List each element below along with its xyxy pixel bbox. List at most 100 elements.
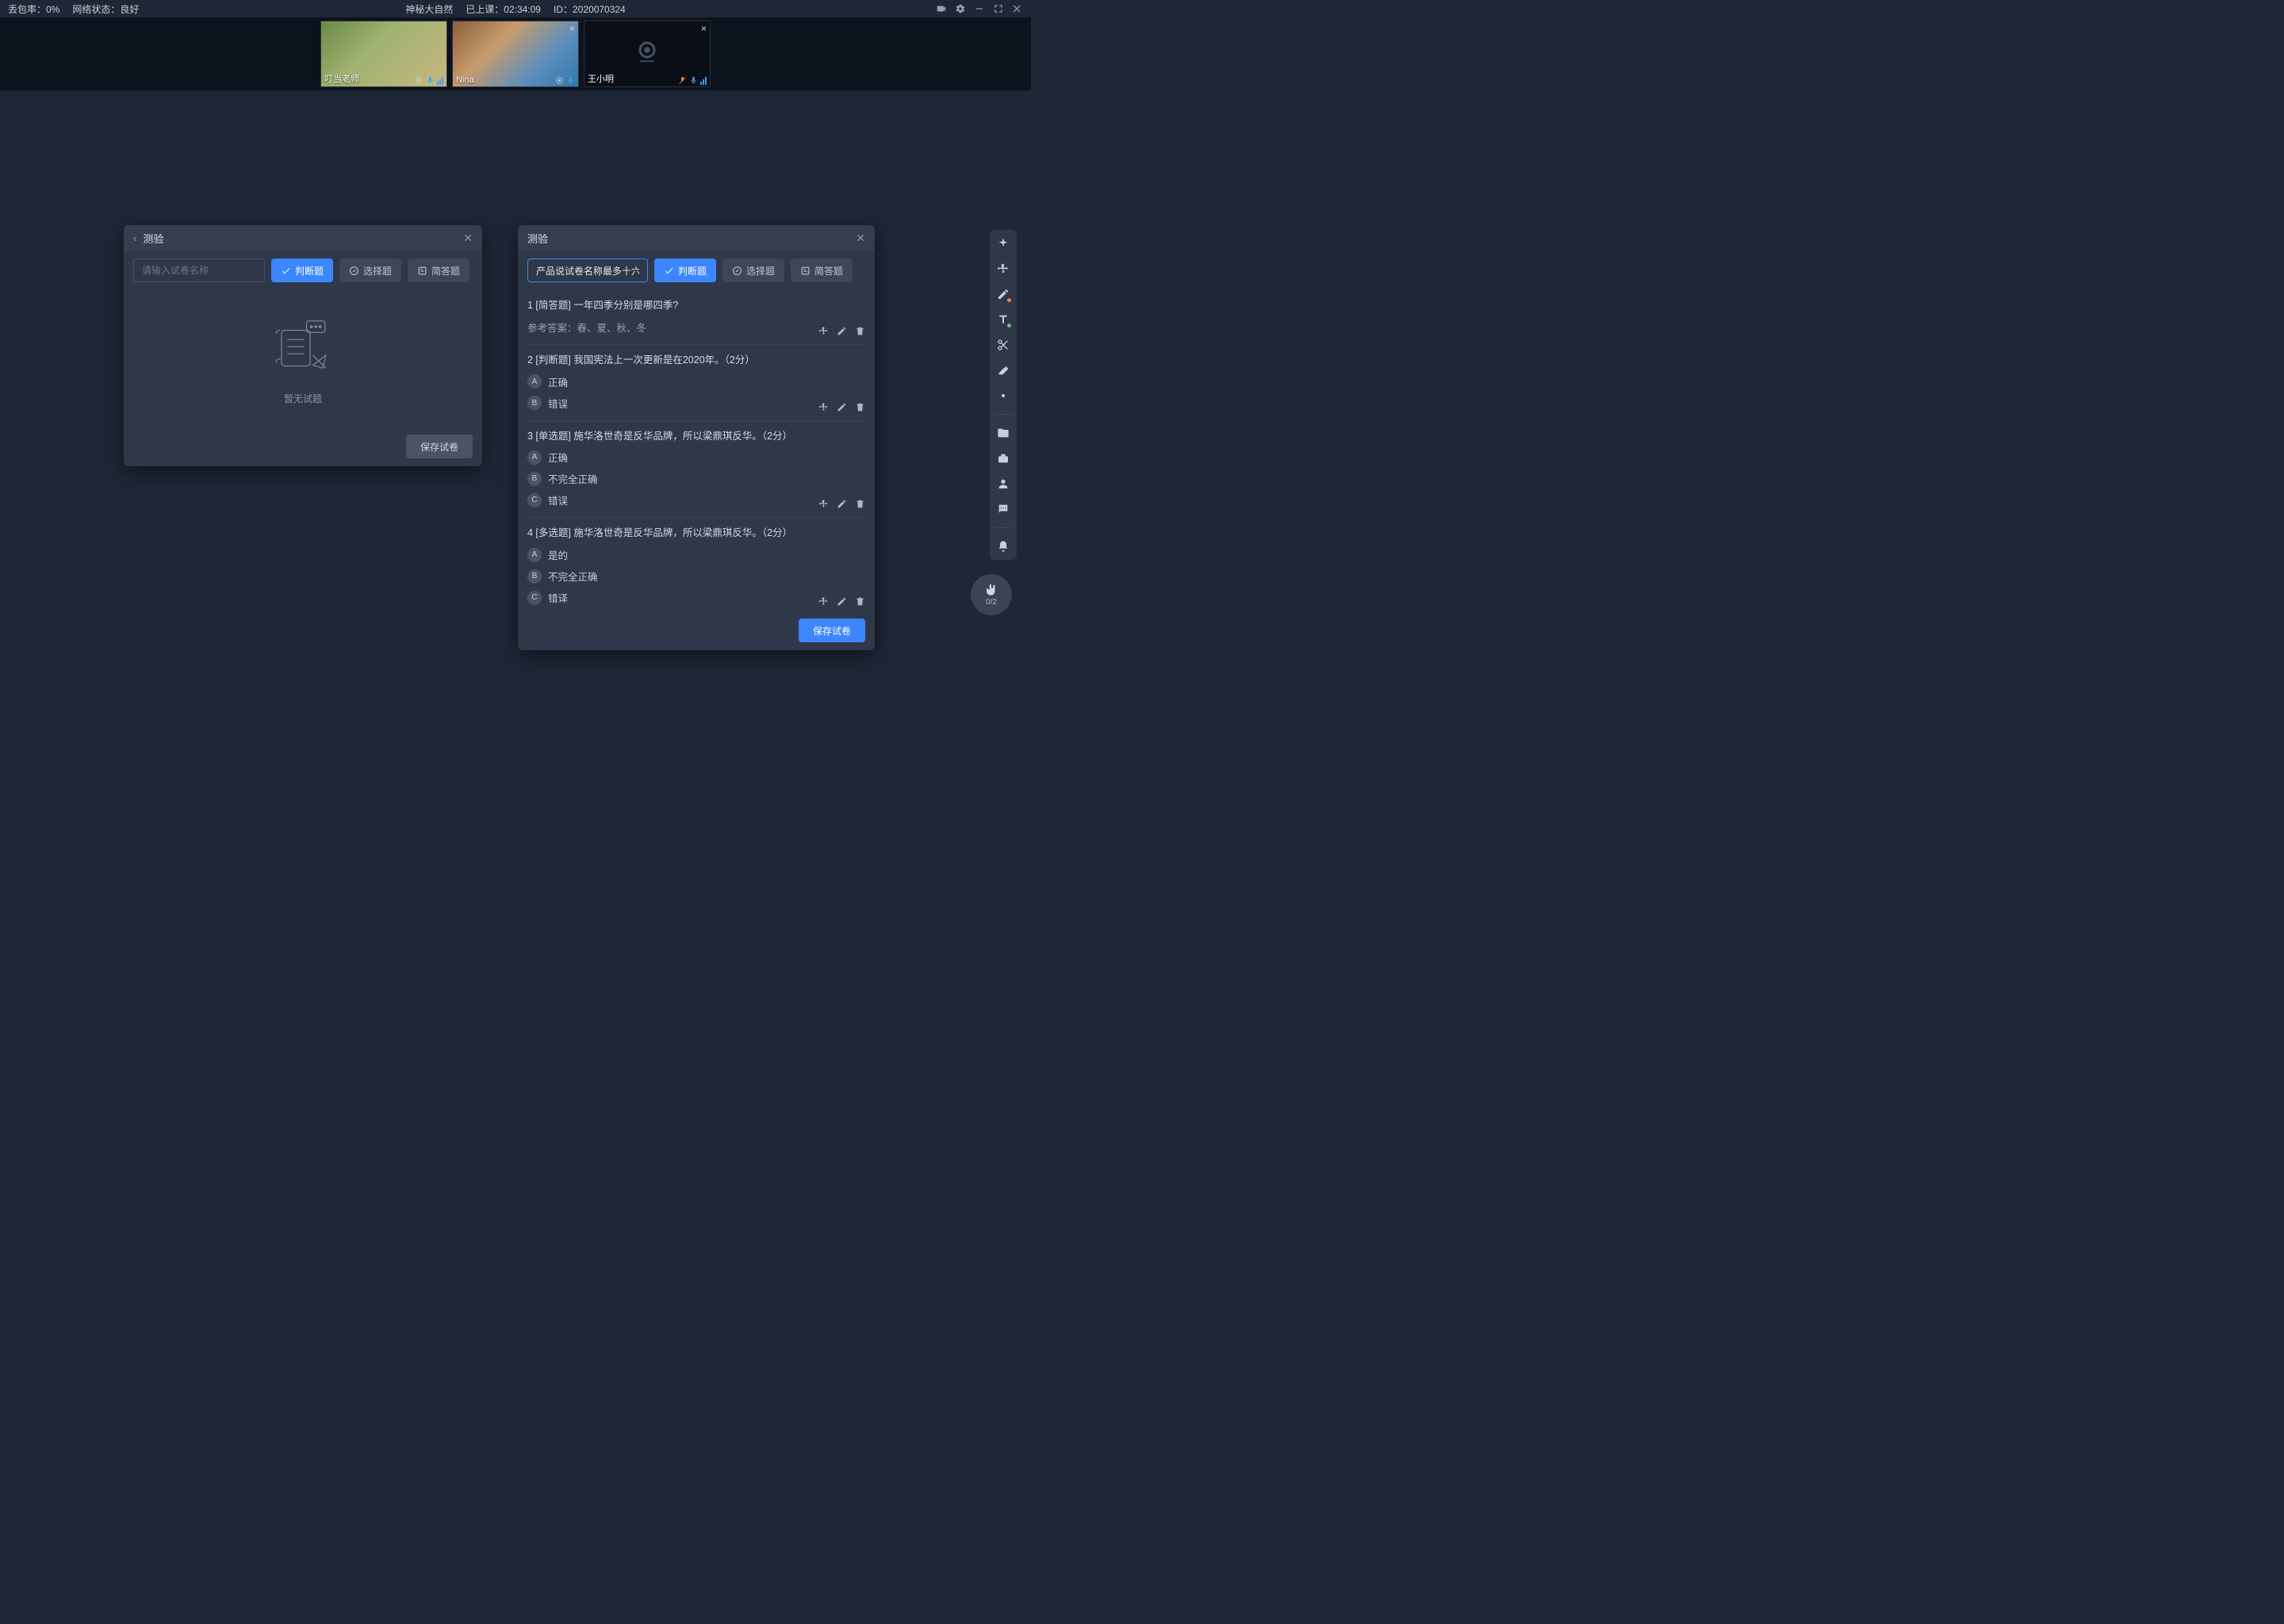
question-actions <box>818 499 865 509</box>
delete-icon[interactable] <box>855 499 865 509</box>
quiz-panel-empty: ‹ 测验 ✕ 判断题 选择题 简答题 暂无试题 保存试卷 <box>124 225 482 466</box>
session-id: ID：2020070324 <box>554 2 626 16</box>
raise-hand-button[interactable]: 0/2 <box>971 574 1012 615</box>
folder-icon[interactable] <box>996 426 1010 440</box>
move-icon[interactable] <box>818 499 829 509</box>
judge-type-button[interactable]: 判断题 <box>654 259 716 282</box>
person-icon[interactable] <box>996 477 1010 491</box>
option-row[interactable]: B 不完全正确 <box>527 471 865 486</box>
panel-toolbar: 判断题 选择题 简答题 <box>124 251 482 290</box>
question-title: 3 [单选题] 施华洛世奇是反华品牌，所以梁鼎琪反华。（2分） <box>527 429 865 444</box>
empty-illustration-icon <box>267 312 339 384</box>
video-tile-student-1[interactable]: × Nina <box>452 21 579 87</box>
tool-rail <box>990 230 1017 560</box>
packet-loss: 丢包率：0% <box>8 2 59 16</box>
option-row[interactable]: A 正确 <box>527 450 865 465</box>
save-quiz-button[interactable]: 保存试卷 <box>799 619 865 642</box>
video-tile-student-2[interactable]: × 王小明 <box>584 21 711 87</box>
short-type-button[interactable]: 简答题 <box>791 259 853 282</box>
video-strip: 叮当老师 × Nina × 王小明 <box>0 17 1031 90</box>
choose-type-button[interactable]: 选择题 <box>339 259 401 282</box>
camera-icon[interactable] <box>936 3 947 14</box>
option-row[interactable]: B 不完全正确 <box>527 569 865 584</box>
tile-close-icon[interactable]: × <box>569 23 575 34</box>
question-title: 4 [多选题] 施华洛世奇是反华品牌，所以梁鼎琪反华。（2分） <box>527 526 865 541</box>
question-actions <box>818 402 865 412</box>
question-item: 4 [多选题] 施华洛世奇是反华品牌，所以梁鼎琪反华。（2分） A 是的 B 不… <box>527 518 865 611</box>
option-text: 不完全正确 <box>548 569 598 584</box>
move-icon[interactable] <box>818 326 829 336</box>
move-icon[interactable] <box>818 596 829 607</box>
hand-icon <box>984 583 998 597</box>
close-icon[interactable] <box>1012 3 1023 14</box>
bell-icon[interactable] <box>996 539 1010 553</box>
tile-status-icons <box>415 76 443 85</box>
option-text: 错误 <box>548 492 568 508</box>
delete-icon[interactable] <box>855 596 865 607</box>
save-quiz-button[interactable]: 保存试卷 <box>406 435 473 458</box>
option-row[interactable]: B 错误 <box>527 396 865 411</box>
edit-icon[interactable] <box>837 499 847 509</box>
tile-close-icon[interactable]: × <box>701 23 707 34</box>
toolbox-icon[interactable] <box>996 451 1010 465</box>
question-item: 3 [单选题] 施华洛世奇是反华品牌，所以梁鼎琪反华。（2分） A 正确 B 不… <box>527 421 865 519</box>
option-letter: A <box>527 374 542 389</box>
panel-toolbar: 判断题 选择题 简答题 <box>518 251 875 290</box>
elapsed-time: 已上课：02:34:09 <box>466 2 541 16</box>
panel-title: 测验 <box>527 231 548 246</box>
edit-icon[interactable] <box>837 596 847 607</box>
question-title: 2 [判断题] 我国宪法上一次更新是在2020年。（2分） <box>527 353 865 368</box>
dot-tool-icon[interactable] <box>996 389 1010 403</box>
option-row[interactable]: A 是的 <box>527 547 865 562</box>
option-letter: A <box>527 450 542 465</box>
delete-icon[interactable] <box>855 326 865 336</box>
chat-icon[interactable] <box>996 502 1010 516</box>
option-text: 正确 <box>548 374 568 389</box>
scissors-tool-icon[interactable] <box>996 338 1010 352</box>
option-letter: C <box>527 493 542 508</box>
move-icon[interactable] <box>818 402 829 412</box>
panel-close-icon[interactable]: ✕ <box>856 232 865 245</box>
move-tool-icon[interactable] <box>996 262 1010 276</box>
text-tool-icon[interactable] <box>996 312 1010 327</box>
maximize-icon[interactable] <box>993 3 1004 14</box>
network-status: 网络状态：良好 <box>72 2 139 16</box>
option-row[interactable]: C 错译 <box>527 590 865 605</box>
question-item: 2 [判断题] 我国宪法上一次更新是在2020年。（2分） A 正确 B 错误 <box>527 345 865 421</box>
option-letter: C <box>527 591 542 605</box>
edit-icon[interactable] <box>837 326 847 336</box>
option-row[interactable]: C 错误 <box>527 492 865 508</box>
option-row[interactable]: A 正确 <box>527 374 865 389</box>
option-text: 错译 <box>548 590 568 605</box>
panel-close-icon[interactable]: ✕ <box>463 232 473 245</box>
status-bar: 丢包率：0% 网络状态：良好 神秘大自然 已上课：02:34:09 ID：202… <box>0 0 1031 17</box>
option-text: 错误 <box>548 396 568 411</box>
edit-icon[interactable] <box>837 402 847 412</box>
judge-type-button[interactable]: 判断题 <box>271 259 333 282</box>
video-name: Nina <box>456 75 474 85</box>
option-letter: A <box>527 548 542 562</box>
eraser-tool-icon[interactable] <box>996 363 1010 377</box>
option-letter: B <box>527 569 542 584</box>
minimize-icon[interactable] <box>974 3 985 14</box>
question-actions <box>818 596 865 607</box>
question-title: 1 [简答题] 一年四季分别是哪四季? <box>527 298 865 313</box>
question-list[interactable]: 1 [简答题] 一年四季分别是哪四季? 参考答案：春、夏、秋、冬 2 [判断题] … <box>518 290 875 611</box>
cursor-tool-icon[interactable] <box>996 236 1010 251</box>
question-actions <box>818 326 865 336</box>
short-type-button[interactable]: 简答题 <box>408 259 469 282</box>
quiz-name-input[interactable] <box>527 259 648 282</box>
tile-status-icons <box>555 76 575 85</box>
video-tile-teacher[interactable]: 叮当老师 <box>320 21 447 87</box>
quiz-panel-filled: 测验 ✕ 判断题 选择题 简答题 1 [简答题] 一年四季分别是哪四季? 参考答案… <box>518 225 875 650</box>
back-icon[interactable]: ‹ <box>133 232 136 244</box>
delete-icon[interactable] <box>855 402 865 412</box>
quiz-name-input[interactable] <box>133 259 265 282</box>
hand-count: 0/2 <box>986 598 997 607</box>
question-answer: 参考答案：春、夏、秋、冬 <box>527 320 865 335</box>
option-text: 不完全正确 <box>548 471 598 486</box>
choose-type-button[interactable]: 选择题 <box>722 259 784 282</box>
settings-icon[interactable] <box>955 3 966 14</box>
course-title: 神秘大自然 <box>405 2 453 16</box>
pen-tool-icon[interactable] <box>996 287 1010 301</box>
